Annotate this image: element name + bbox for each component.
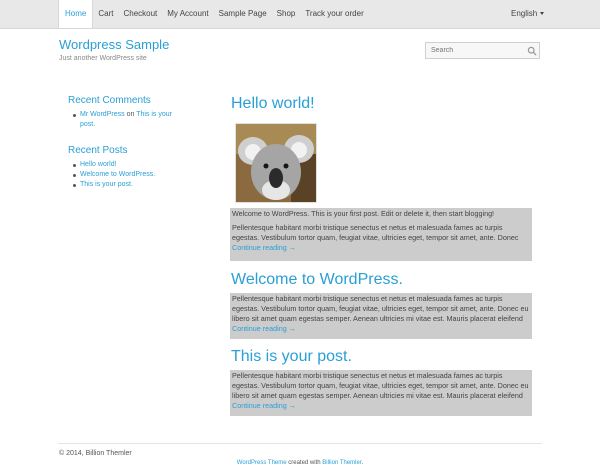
recent-comments-title: Recent Comments bbox=[68, 95, 151, 106]
post-paragraph: Pellentesque habitant morbi tristique se… bbox=[232, 223, 530, 253]
nav-item-my-account[interactable]: My Account bbox=[162, 0, 213, 28]
recent-post-link[interactable]: Hello world! bbox=[80, 161, 117, 168]
post-text: Pellentesque habitant morbi tristique se… bbox=[232, 371, 529, 400]
comment-post-link[interactable]: This is your bbox=[136, 111, 172, 118]
koala-thumbnail[interactable] bbox=[235, 123, 317, 203]
list-item: Welcome to WordPress. bbox=[72, 170, 155, 180]
post-text: Pellentesque habitant morbi tristique se… bbox=[232, 223, 519, 242]
nav-item-sample-page[interactable]: Sample Page bbox=[214, 0, 272, 28]
post-text: Pellentesque habitant morbi tristique se… bbox=[232, 294, 529, 323]
language-label: English bbox=[511, 9, 538, 18]
post-intro: Welcome to WordPress. This is your first… bbox=[232, 209, 495, 218]
site-tagline: Just another WordPress site bbox=[59, 55, 147, 62]
post-excerpt: Pellentesque habitant morbi tristique se… bbox=[230, 370, 532, 416]
nav-item-home[interactable]: Home bbox=[58, 0, 94, 28]
credit-end: . bbox=[361, 460, 364, 466]
search-box bbox=[425, 42, 540, 59]
list-item: Mr WordPress on This is your post. bbox=[73, 110, 172, 130]
wordpress-theme-link[interactable]: WordPress Theme bbox=[237, 460, 287, 466]
site-title[interactable]: Wordpress Sample bbox=[59, 37, 169, 52]
post-title[interactable]: This is your post. bbox=[231, 348, 352, 366]
nav-item-shop[interactable]: Shop bbox=[272, 0, 301, 28]
post-title[interactable]: Hello world! bbox=[231, 95, 315, 113]
caret-down-icon bbox=[540, 12, 545, 16]
post-excerpt: Welcome to WordPress. This is your first… bbox=[230, 208, 532, 261]
top-navbar: Home Cart Checkout My Account Sample Pag… bbox=[0, 0, 600, 29]
footer-divider bbox=[58, 443, 542, 444]
recent-posts-title: Recent Posts bbox=[68, 145, 128, 156]
comment-post-link-cont[interactable]: post. bbox=[80, 121, 95, 128]
post-excerpt: Pellentesque habitant morbi tristique se… bbox=[230, 293, 532, 339]
post-paragraph: Pellentesque habitant morbi tristique se… bbox=[232, 371, 530, 411]
comment-connector: on bbox=[126, 111, 135, 118]
themler-link[interactable]: Billion Themler bbox=[322, 460, 361, 466]
credit-text: created with bbox=[288, 460, 321, 466]
recent-posts-list: Hello world! Welcome to WordPress. This … bbox=[72, 160, 155, 190]
search-icon[interactable] bbox=[527, 46, 537, 56]
nav-item-checkout[interactable]: Checkout bbox=[118, 0, 162, 28]
nav-item-cart[interactable]: Cart bbox=[93, 0, 118, 28]
post-title[interactable]: Welcome to WordPress. bbox=[231, 271, 403, 289]
recent-post-link[interactable]: Welcome to WordPress. bbox=[80, 171, 155, 178]
recent-comments-list: Mr WordPress on This is your post. bbox=[73, 110, 172, 130]
comment-author-link[interactable]: Mr WordPress bbox=[80, 111, 125, 118]
theme-credit: WordPress Theme created with Billion The… bbox=[0, 460, 600, 466]
post-paragraph: Pellentesque habitant morbi tristique se… bbox=[232, 294, 530, 334]
continue-reading-link[interactable]: Continue reading → bbox=[232, 324, 296, 333]
continue-reading-link[interactable]: Continue reading → bbox=[232, 401, 296, 410]
copyright-text: © 2014, Billion Themler bbox=[59, 450, 132, 457]
nav-menu: Home Cart Checkout My Account Sample Pag… bbox=[58, 0, 369, 28]
nav-item-track-order[interactable]: Track your order bbox=[300, 0, 368, 28]
list-item: This is your post. bbox=[72, 180, 155, 190]
continue-reading-link[interactable]: Continue reading → bbox=[232, 243, 296, 252]
list-item: Hello world! bbox=[72, 160, 155, 170]
recent-post-link[interactable]: This is your post. bbox=[80, 181, 133, 188]
search-input[interactable] bbox=[431, 45, 521, 56]
language-dropdown[interactable]: English bbox=[511, 0, 545, 28]
